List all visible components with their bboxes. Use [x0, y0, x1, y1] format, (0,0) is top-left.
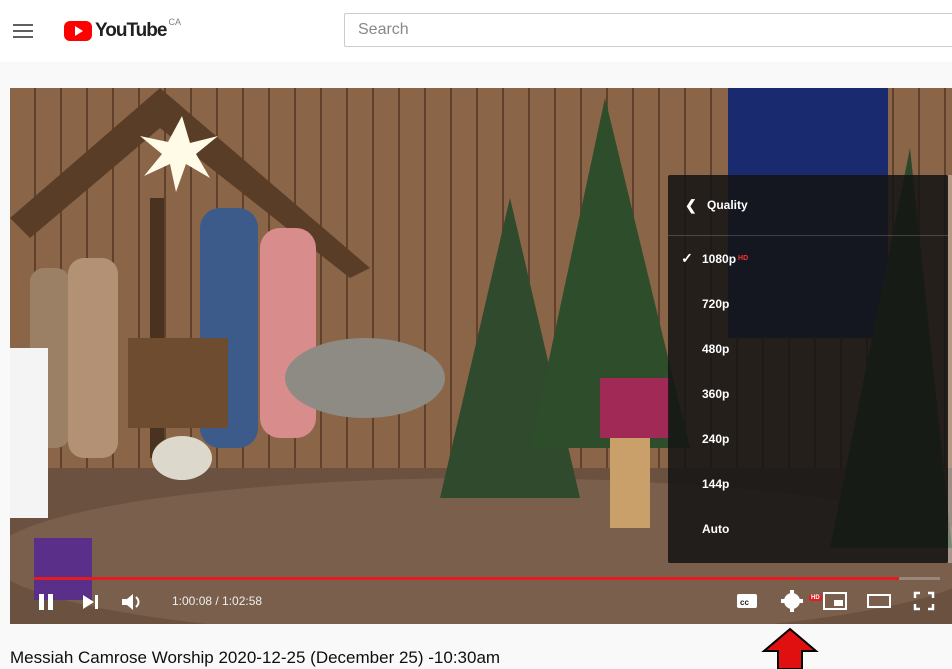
settings-hd-badge: HD — [809, 595, 822, 601]
video-title[interactable]: Messiah Camrose Worship 2020-12-25 (Dece… — [10, 648, 500, 668]
svg-text:cc: cc — [740, 598, 749, 607]
theater-icon[interactable] — [866, 591, 892, 611]
quality-option-label: Auto — [702, 521, 730, 536]
next-icon[interactable] — [80, 591, 102, 613]
back-chevron-icon: ❮ — [685, 196, 697, 213]
quality-option-label: 360p — [702, 386, 730, 401]
quality-menu-title: Quality — [707, 198, 748, 212]
quality-menu-scrollbar[interactable] — [948, 175, 952, 563]
fullscreen-icon[interactable] — [912, 590, 936, 612]
search-input[interactable]: Search — [344, 13, 952, 47]
quality-option-label: 1080p — [702, 251, 737, 266]
youtube-logo[interactable]: YouTube CA — [64, 17, 181, 43]
quality-option-label: 240p — [702, 431, 730, 446]
time-display: 1:00:08 / 1:02:58 — [172, 594, 263, 608]
red-arrow-icon — [761, 627, 819, 669]
pause-icon[interactable] — [36, 591, 56, 613]
progress-bar[interactable] — [34, 577, 940, 580]
quality-option-360p[interactable]: 360p — [668, 371, 948, 416]
quality-menu: ❮ Quality ✓ 1080p HD 720p 480p 360p 240p… — [668, 175, 948, 563]
video-player[interactable]: ❮ Quality ✓ 1080p HD 720p 480p 360p 240p… — [10, 88, 952, 624]
quality-menu-header[interactable]: ❮ Quality — [668, 175, 948, 236]
progress-fill — [34, 577, 900, 580]
quality-option-label: 480p — [702, 341, 730, 356]
quality-option-144p[interactable]: 144p — [668, 461, 948, 506]
miniplayer-icon[interactable] — [822, 591, 848, 611]
settings-gear-icon[interactable] — [780, 588, 806, 614]
hamburger-icon[interactable] — [13, 24, 33, 38]
check-icon: ✓ — [681, 250, 693, 266]
quality-option-auto[interactable]: Auto — [668, 506, 948, 551]
logo-country-code: CA — [168, 17, 181, 27]
hd-badge: HD — [738, 255, 749, 262]
quality-option-720p[interactable]: 720p — [668, 281, 948, 326]
volume-icon[interactable] — [120, 590, 146, 614]
quality-option-240p[interactable]: 240p — [668, 416, 948, 461]
quality-option-label: 144p — [702, 476, 730, 491]
quality-option-480p[interactable]: 480p — [668, 326, 948, 371]
logo-text: YouTube — [95, 20, 167, 41]
quality-option-label: 720p — [702, 296, 730, 311]
masthead: YouTube CA Search — [0, 0, 952, 62]
quality-option-1080p[interactable]: ✓ 1080p HD — [668, 236, 948, 281]
subtitles-icon[interactable]: cc — [735, 591, 759, 611]
youtube-logo-icon — [64, 21, 92, 41]
